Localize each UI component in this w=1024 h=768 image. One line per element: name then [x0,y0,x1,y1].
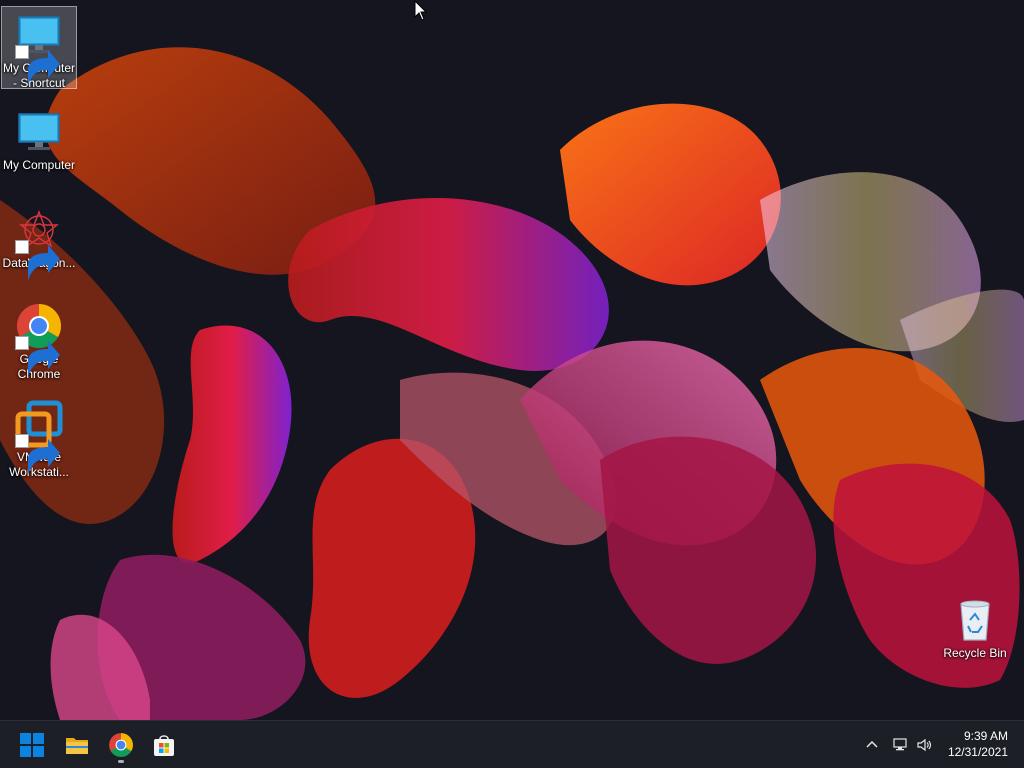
windows-logo-icon [20,733,44,757]
monitor-icon [15,11,63,86]
desktop-icon-my-computer[interactable]: My Computer [1,104,77,173]
volume-button[interactable] [912,733,936,757]
network-icon [893,738,907,751]
desktop-icon-recycle-bin[interactable]: Recycle Bin [937,592,1013,661]
vmware-icon [15,400,63,475]
wallpaper [0,0,1024,720]
start-button[interactable] [13,726,51,764]
chrome-icon [109,733,133,757]
mouse-cursor-icon [414,0,428,21]
recycle-bin-icon [951,596,999,644]
show-hidden-icons-button[interactable] [860,733,884,757]
chrome-button[interactable] [102,726,140,764]
shortcut-arrow-icon [15,336,60,377]
microsoft-store-button[interactable] [145,726,183,764]
taskbar: 9:39 AM 12/31/2021 [0,720,1024,768]
monitor-icon [15,108,63,156]
desktop-icon-datawagon[interactable]: DataWagon... [1,202,77,281]
chrome-icon [15,302,63,377]
desktop-icon-label: Recycle Bin [943,646,1007,660]
desktop-icon-label: My Computer [2,158,76,172]
desktop-icon-vmware-workstation[interactable]: VMware Workstati... [1,396,77,480]
desktop-icon-google-chrome[interactable]: Google Chrome [1,298,77,382]
chevron-up-icon [866,740,878,748]
folder-icon [66,738,88,754]
desktop[interactable]: My Computer - Shortcut My Computer [0,0,1024,768]
shortcut-arrow-icon [15,45,60,86]
clock[interactable]: 9:39 AM 12/31/2021 [948,728,1008,760]
speaker-icon [917,738,932,752]
running-indicator [118,760,124,763]
clock-date: 12/31/2021 [947,745,1008,759]
datawagon-icon [15,206,63,281]
store-icon [154,735,174,756]
shortcut-arrow-icon [15,434,60,475]
file-explorer-button[interactable] [58,726,96,764]
clock-time: 9:39 AM [963,729,1008,743]
desktop-icon-my-computer-shortcut[interactable]: My Computer - Shortcut [1,6,77,89]
network-button[interactable] [888,733,912,757]
shortcut-arrow-icon [15,240,60,281]
